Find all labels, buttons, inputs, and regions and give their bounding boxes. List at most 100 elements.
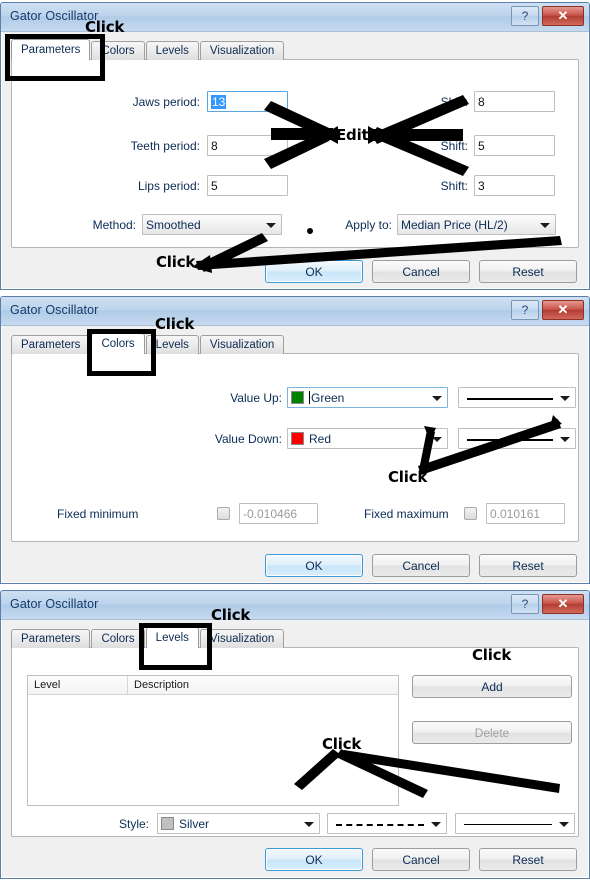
screenshot-root: Gator Oscillator ? ✕ Parameters Colors L… <box>0 0 590 881</box>
color-swatch-silver <box>161 817 174 830</box>
method-combo[interactable]: Smoothed <box>142 214 282 235</box>
annotation-edit: Edit <box>336 126 369 144</box>
tab-colors[interactable]: Colors <box>91 629 145 648</box>
line-preview-dashed <box>336 823 424 826</box>
lips-period-label: Lips period: <box>137 179 200 193</box>
fixed-maximum-label: Fixed maximum <box>364 507 449 521</box>
fixed-maximum-input[interactable]: 0.010161 <box>486 503 565 524</box>
window-controls: ? ✕ <box>511 6 584 26</box>
jaws-shift-input[interactable]: 8 <box>474 91 555 112</box>
color-swatch-red <box>291 432 304 445</box>
levels-table-header: Level Description <box>28 676 398 695</box>
style-dash-combo[interactable] <box>327 813 447 834</box>
window-title: Gator Oscillator <box>10 303 99 317</box>
line-preview-solid <box>464 823 552 825</box>
annotation-click-colors-tab: Click <box>155 315 195 333</box>
fixed-maximum-checkbox[interactable] <box>464 507 477 520</box>
line-preview-solid <box>467 438 553 441</box>
close-icon[interactable]: ✕ <box>542 6 584 26</box>
ok-button[interactable]: OK <box>265 848 363 871</box>
help-icon[interactable]: ? <box>511 6 539 26</box>
jaws-period-value: 13 <box>211 94 227 109</box>
delete-button[interactable]: Delete <box>412 721 572 744</box>
apply-to-value: Median Price (HL/2) <box>401 217 508 232</box>
fixed-minimum-checkbox[interactable] <box>217 507 230 520</box>
reset-button[interactable]: Reset <box>479 554 577 577</box>
fixed-minimum-input[interactable]: -0.010466 <box>239 503 318 524</box>
cancel-button[interactable]: Cancel <box>372 848 470 871</box>
chevron-down-icon <box>304 821 314 827</box>
color-swatch-green <box>291 391 304 404</box>
tab-levels[interactable]: Levels <box>145 41 199 60</box>
teeth-period-input[interactable]: 8 <box>207 135 288 156</box>
teeth-period-value: 8 <box>211 138 218 153</box>
help-icon[interactable]: ? <box>511 300 539 320</box>
panel-colors: Value Up: Green Value Down: Red Fixed mi… <box>11 353 579 542</box>
jaws-shift-value: 8 <box>478 94 485 109</box>
window-controls: ? ✕ <box>511 300 584 320</box>
chevron-down-icon <box>431 821 441 827</box>
annotation-click-style: Click <box>322 735 362 753</box>
tab-visualization[interactable]: Visualization <box>199 629 285 648</box>
value-down-linestyle-combo[interactable] <box>458 428 576 449</box>
value-up-color-name: Green <box>311 390 345 405</box>
tab-visualization[interactable]: Visualization <box>199 335 285 354</box>
tab-parameters[interactable]: Parameters <box>11 335 91 354</box>
value-down-label: Value Down: <box>214 432 282 446</box>
apply-to-combo[interactable]: Median Price (HL/2) <box>397 214 556 235</box>
method-value: Smoothed <box>146 217 201 232</box>
teeth-shift-label: Shift: <box>440 139 468 153</box>
annotation-click-parameters: Click <box>85 18 125 36</box>
style-width-combo[interactable] <box>455 813 575 834</box>
annotation-click-levels-tab: Click <box>211 606 251 624</box>
fixed-minimum-label: Fixed minimum <box>57 507 139 521</box>
reset-button[interactable]: Reset <box>479 848 577 871</box>
window-controls: ? ✕ <box>511 594 584 614</box>
add-button[interactable]: Add <box>412 675 572 698</box>
annotation-click-add: Click <box>472 646 512 664</box>
column-level: Level <box>28 676 128 694</box>
titlebar: Gator Oscillator ? ✕ <box>1 591 589 620</box>
lips-shift-value: 3 <box>478 178 485 193</box>
highlight-box-parameters-tab <box>5 34 105 81</box>
teeth-shift-input[interactable]: 5 <box>474 135 555 156</box>
lips-shift-input[interactable]: 3 <box>474 175 555 196</box>
panel-parameters: Jaws period: 13 Shift: 8 Teeth period: 8… <box>11 59 579 248</box>
lips-period-value: 5 <box>211 178 218 193</box>
style-color-name: Silver <box>179 816 210 831</box>
chevron-down-icon <box>540 222 550 228</box>
help-icon[interactable]: ? <box>511 594 539 614</box>
cancel-button[interactable]: Cancel <box>372 260 470 283</box>
fixed-maximum-value: 0.010161 <box>490 506 541 521</box>
value-down-combo[interactable]: Red <box>287 428 448 449</box>
lips-shift-label: Shift: <box>440 179 468 193</box>
reset-button[interactable]: Reset <box>479 260 577 283</box>
cancel-button[interactable]: Cancel <box>372 554 470 577</box>
annotation-click-combos: Click <box>156 253 196 271</box>
style-label: Style: <box>118 817 149 831</box>
ok-button[interactable]: OK <box>265 260 363 283</box>
teeth-period-label: Teeth period: <box>130 139 200 153</box>
close-icon[interactable]: ✕ <box>542 594 584 614</box>
close-icon[interactable]: ✕ <box>542 300 584 320</box>
chevron-down-icon <box>560 395 570 401</box>
column-description: Description <box>134 679 190 691</box>
value-up-combo[interactable]: Green <box>287 387 448 408</box>
chevron-down-icon <box>559 821 569 827</box>
tab-parameters[interactable]: Parameters <box>11 629 91 648</box>
highlight-box-levels-tab <box>139 623 212 670</box>
style-color-combo[interactable]: Silver <box>157 813 320 834</box>
chevron-down-icon <box>432 395 442 401</box>
ok-button[interactable]: OK <box>265 554 363 577</box>
window-title: Gator Oscillator <box>10 597 99 611</box>
annotation-click-colors-dropdown: Click <box>388 468 428 486</box>
text-caret <box>309 391 310 404</box>
highlight-box-colors-tab <box>87 329 156 376</box>
method-label: Method: <box>92 218 136 232</box>
lips-period-input[interactable]: 5 <box>207 175 288 196</box>
value-up-linestyle-combo[interactable] <box>458 387 576 408</box>
dialog-levels: Gator Oscillator ? ✕ Parameters Colors L… <box>0 590 590 879</box>
jaws-period-input[interactable]: 13 <box>207 91 288 112</box>
value-up-label: Value Up: <box>230 391 282 405</box>
tab-visualization[interactable]: Visualization <box>199 41 285 60</box>
